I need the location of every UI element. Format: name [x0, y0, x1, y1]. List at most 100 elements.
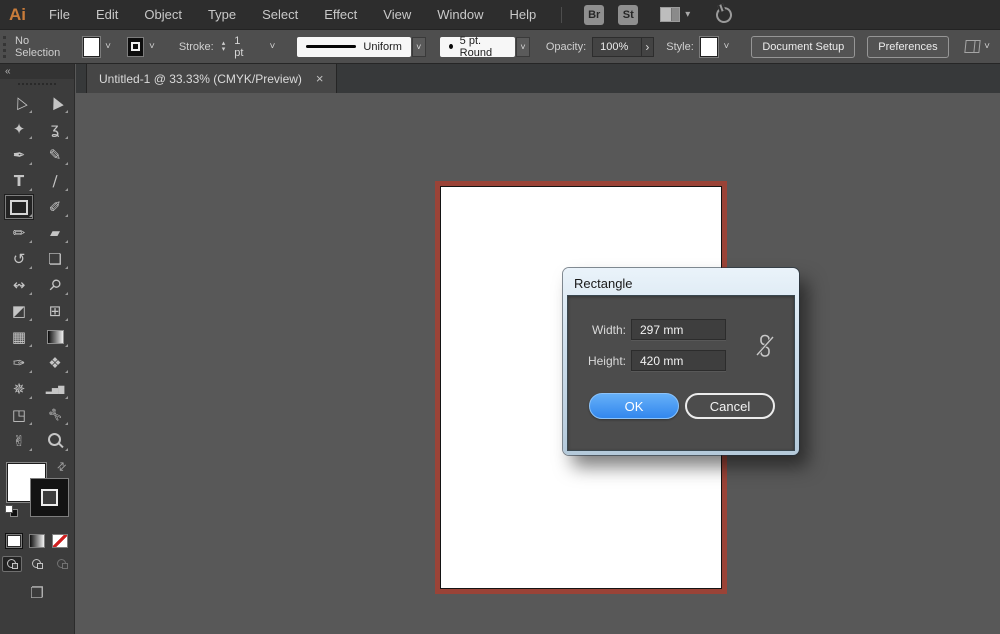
cancel-button[interactable]: Cancel — [685, 393, 775, 419]
workspace-switcher-icon[interactable] — [660, 7, 681, 22]
brush-definition-value: 5 pt. Round — [459, 34, 493, 59]
draw-normal-button[interactable] — [2, 556, 22, 572]
slice-tool[interactable]: ✄ — [41, 403, 69, 427]
menu-item[interactable]: View — [370, 0, 424, 29]
shape-builder-tool[interactable]: ◩ — [5, 299, 33, 323]
lasso-tool[interactable]: ʓ — [41, 117, 69, 141]
rectangle-tool[interactable] — [5, 195, 33, 219]
document-tab-title: Untitled-1 @ 33.33% (CMYK/Preview) — [99, 71, 302, 86]
chevron-down-icon[interactable]: ˅ — [149, 41, 155, 52]
puppet-warp-tool[interactable]: ⚲ — [41, 273, 69, 297]
magic-wand-tool[interactable]: ✦ — [5, 117, 33, 141]
collapse-panel-icon[interactable]: « — [5, 66, 10, 77]
eyedropper-tool[interactable]: ✑ — [5, 351, 33, 375]
menu-item[interactable]: Select — [249, 0, 311, 29]
illustrator-logo-icon: Ai — [9, 4, 26, 24]
ok-button[interactable]: OK — [589, 393, 679, 419]
document-tab-bar: Untitled-1 @ 33.33% (CMYK/Preview) × — [76, 64, 1000, 93]
tools-panel: « ▷ ▶ ✦ ʓ ✒ ✎ T ∕ ✐ ✏ ▰ ↺ ❏ ↭ ⚲ ◩ ⊞ ▦ ✑ … — [0, 64, 75, 634]
stroke-indicator[interactable] — [30, 478, 69, 517]
preferences-button[interactable]: Preferences — [867, 35, 949, 58]
dialog-body: Width: 297 mm Height: 420 mm OK Cancel — [567, 295, 795, 451]
chevron-down-icon[interactable]: ▾ — [685, 9, 690, 20]
menu-item[interactable]: Object — [131, 0, 195, 29]
chevron-down-icon[interactable]: ˅ — [984, 41, 990, 52]
default-fill-stroke-icon[interactable] — [5, 505, 18, 517]
draw-inside-button[interactable] — [52, 556, 72, 572]
pen-tool[interactable]: ✒ — [5, 143, 33, 167]
gradient-tool[interactable] — [41, 325, 69, 349]
document-setup-button[interactable]: Document Setup — [751, 35, 856, 58]
brush-preview-dot — [448, 44, 453, 49]
drawing-mode-buttons — [0, 556, 74, 572]
opacity-label: Opacity: — [545, 40, 587, 53]
chevron-down-icon[interactable]: ˅ — [105, 41, 111, 52]
type-tool[interactable]: T — [5, 169, 33, 193]
menu-item-list: File Edit Object Type Select Effect View Window… — [36, 0, 549, 29]
swap-fill-stroke-icon[interactable]: ⇄ — [54, 459, 69, 474]
chevron-down-icon[interactable]: ˅ — [270, 41, 276, 52]
chevron-down-icon[interactable]: ˅ — [411, 36, 426, 57]
brush-definition-dropdown[interactable]: 5 pt. Round — [439, 34, 516, 59]
blend-tool[interactable]: ❖ — [41, 351, 69, 375]
constrain-proportions-icon[interactable] — [755, 334, 775, 363]
stepper-down-icon[interactable]: ▾ — [222, 46, 226, 53]
width-tool[interactable]: ↭ — [5, 273, 33, 297]
bridge-icon[interactable]: Br — [584, 4, 605, 25]
stroke-swatch-inner — [130, 42, 140, 51]
mesh-tool[interactable]: ▦ — [5, 325, 33, 349]
height-label: Height: — [587, 353, 626, 368]
draw-behind-button[interactable] — [27, 556, 47, 572]
zoom-tool[interactable] — [41, 429, 69, 453]
none-button[interactable] — [52, 534, 68, 548]
toolbar-grip[interactable] — [0, 79, 74, 88]
document-tab[interactable]: Untitled-1 @ 33.33% (CMYK/Preview) × — [86, 64, 337, 93]
width-input[interactable]: 297 mm — [631, 319, 726, 340]
chevron-down-icon[interactable]: ˅ — [723, 41, 729, 52]
paintbrush-tool[interactable]: ✐ — [41, 195, 69, 219]
sync-power-icon[interactable] — [714, 4, 735, 25]
perspective-grid-tool[interactable]: ⊞ — [41, 299, 69, 323]
opacity-input[interactable]: 100% — [592, 36, 642, 57]
artboard-tool[interactable]: ◳ — [5, 403, 33, 427]
stroke-weight-value[interactable]: 1 pt — [234, 35, 249, 59]
menu-item[interactable]: Edit — [83, 0, 131, 29]
color-button[interactable] — [6, 534, 22, 548]
stock-icon[interactable]: St — [618, 4, 639, 25]
tool-grid: ▷ ▶ ✦ ʓ ✒ ✎ T ∕ ✐ ✏ ▰ ↺ ❏ ↭ ⚲ ◩ ⊞ ▦ ✑ ❖ … — [0, 88, 74, 453]
hand-tool[interactable]: ✌ — [5, 429, 33, 453]
panel-grip — [3, 35, 6, 58]
width-profile-dropdown[interactable]: Uniform — [297, 36, 411, 57]
menu-item[interactable]: File — [36, 0, 83, 29]
line-segment-tool[interactable]: ∕ — [41, 169, 69, 193]
menu-item[interactable]: Effect — [311, 0, 370, 29]
paint-style-buttons — [0, 534, 74, 548]
dialog-titlebar[interactable]: Rectangle — [567, 272, 795, 295]
gradient-button[interactable] — [29, 534, 45, 548]
toolbar-header: « — [0, 64, 74, 79]
close-icon[interactable]: × — [316, 72, 324, 85]
change-screen-mode-icon[interactable]: ❐ — [0, 584, 74, 602]
rotate-tool[interactable]: ↺ — [5, 247, 33, 271]
curvature-tool[interactable]: ✎ — [41, 143, 69, 167]
direct-selection-tool[interactable]: ▶ — [41, 91, 69, 115]
menu-item[interactable]: Type — [195, 0, 249, 29]
menu-item[interactable]: Help — [496, 0, 549, 29]
canvas-area[interactable]: Rectangle Width: 297 mm Height: 420 mm O… — [76, 93, 1000, 634]
stroke-color-swatch[interactable] — [126, 36, 144, 57]
opacity-arrow-icon[interactable]: › — [641, 36, 655, 57]
eraser-tool[interactable]: ▰ — [41, 221, 69, 245]
menu-item[interactable]: Window — [424, 0, 496, 29]
chevron-down-icon[interactable]: ˅ — [516, 36, 530, 57]
arrange-documents-icon[interactable] — [963, 40, 980, 53]
stroke-weight-stepper[interactable]: ▴ ▾ — [222, 40, 226, 53]
width-label: Width: — [591, 322, 626, 337]
fill-color-swatch[interactable] — [83, 36, 101, 57]
menu-bar: Ai File Edit Object Type Select Effect View Win… — [0, 0, 1000, 30]
shaper-tool[interactable]: ✏ — [5, 221, 33, 245]
illustrator-window: Ai File Edit Object Type Select Effect View Win… — [0, 0, 1000, 634]
height-input[interactable]: 420 mm — [631, 350, 726, 371]
selection-tool[interactable]: ▷ — [5, 91, 33, 115]
symbol-sprayer-tool[interactable]: ✵ — [5, 377, 33, 401]
style-swatch[interactable] — [699, 36, 719, 57]
